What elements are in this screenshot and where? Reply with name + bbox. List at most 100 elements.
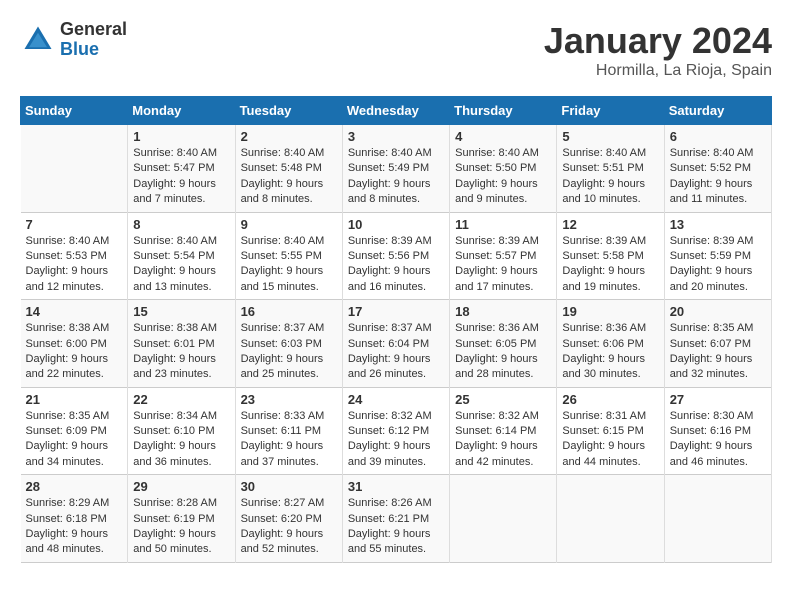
calendar-cell: 5Sunrise: 8:40 AMSunset: 5:51 PMDaylight… <box>557 125 664 213</box>
day-detail: Sunrise: 8:40 AMSunset: 5:55 PMDaylight:… <box>241 234 337 296</box>
calendar-cell: 4 Sunrise: 8:40 AMSunset: 5:50 PMDaylight… <box>450 125 557 213</box>
calendar-cell: 12 Sunrise: 8:39 AMSunset: 5:58 PMDayligh… <box>557 212 664 300</box>
calendar-cell <box>557 475 664 563</box>
day-detail: Sunrise: 8:28 AMSunset: 6:19 PMDaylight:… <box>133 496 229 558</box>
calendar-cell: 23 Sunrise: 8:33 AMSunset: 6:11 PMDayligh… <box>235 387 342 475</box>
day-number: 28 <box>26 479 123 494</box>
day-detail: Sunrise: 8:37 AMSunset: 6:03 PMDaylight:… <box>241 321 337 383</box>
calendar-cell: 10 Sunrise: 8:39 AMSunset: 5:56 PMDayligh… <box>342 212 449 300</box>
logo-icon <box>20 22 56 58</box>
calendar-cell: 30 Sunrise: 8:27 AMSunset: 6:20 PMDayligh… <box>235 475 342 563</box>
calendar-row: 21Sunrise: 8:35 AMSunset: 6:09 PMDayligh… <box>21 387 772 475</box>
calendar-cell: 29 Sunrise: 8:28 AMSunset: 6:19 PMDayligh… <box>128 475 235 563</box>
day-number: 27 <box>670 392 766 407</box>
day-detail: Sunrise: 8:39 AMSunset: 5:57 PMDaylight:… <box>455 234 551 296</box>
day-number: 29 <box>133 479 229 494</box>
day-number: 14 <box>26 304 123 319</box>
logo-general-text: General <box>60 20 127 40</box>
day-detail: Sunrise: 8:38 AMSunset: 6:01 PMDaylight:… <box>133 321 229 383</box>
day-detail: Sunrise: 8:39 AMSunset: 5:59 PMDaylight:… <box>670 234 766 296</box>
calendar-cell: 2Sunrise: 8:40 AMSunset: 5:48 PMDaylight… <box>235 125 342 213</box>
day-detail: Sunrise: 8:40 AMSunset: 5:53 PMDaylight:… <box>26 234 123 296</box>
calendar-cell: 14 Sunrise: 8:38 AMSunset: 6:00 PMDayligh… <box>21 300 128 388</box>
day-detail: Sunrise: 8:40 AMSunset: 5:52 PMDaylight:… <box>670 146 766 208</box>
day-number: 20 <box>670 304 766 319</box>
day-number: 9 <box>241 217 337 232</box>
logo: General Blue <box>20 20 127 60</box>
col-saturday: Saturday <box>664 97 771 125</box>
calendar-cell: 9 Sunrise: 8:40 AMSunset: 5:55 PMDaylight… <box>235 212 342 300</box>
calendar-body: 1Sunrise: 8:40 AMSunset: 5:47 PMDaylight… <box>21 125 772 563</box>
day-detail: Sunrise: 8:32 AMSunset: 6:12 PMDaylight:… <box>348 409 444 471</box>
day-detail: Sunrise: 8:29 AMSunset: 6:18 PMDaylight:… <box>26 496 123 558</box>
calendar-cell: 28 Sunrise: 8:29 AMSunset: 6:18 PMDayligh… <box>21 475 128 563</box>
day-detail: Sunrise: 8:35 AMSunset: 6:07 PMDaylight:… <box>670 321 766 383</box>
calendar-cell: 16 Sunrise: 8:37 AMSunset: 6:03 PMDayligh… <box>235 300 342 388</box>
day-detail: Sunrise: 8:36 AMSunset: 6:05 PMDaylight:… <box>455 321 551 383</box>
calendar-cell: 6 Sunrise: 8:40 AMSunset: 5:52 PMDaylight… <box>664 125 771 213</box>
calendar-cell: 31Sunrise: 8:26 AMSunset: 6:21 PMDayligh… <box>342 475 449 563</box>
day-number: 24 <box>348 392 444 407</box>
day-number: 18 <box>455 304 551 319</box>
title-area: January 2024 Hormilla, La Rioja, Spain <box>544 20 772 80</box>
day-number: 25 <box>455 392 551 407</box>
calendar-cell: 20 Sunrise: 8:35 AMSunset: 6:07 PMDayligh… <box>664 300 771 388</box>
logo-blue-text: Blue <box>60 40 127 60</box>
calendar-cell: 17Sunrise: 8:37 AMSunset: 6:04 PMDayligh… <box>342 300 449 388</box>
calendar-cell <box>21 125 128 213</box>
day-detail: Sunrise: 8:32 AMSunset: 6:14 PMDaylight:… <box>455 409 551 471</box>
calendar-cell: 8Sunrise: 8:40 AMSunset: 5:54 PMDaylight… <box>128 212 235 300</box>
day-number: 3 <box>348 129 444 144</box>
page-header: General Blue January 2024 Hormilla, La R… <box>20 20 772 80</box>
calendar-row: 7Sunrise: 8:40 AMSunset: 5:53 PMDaylight… <box>21 212 772 300</box>
day-detail: Sunrise: 8:30 AMSunset: 6:16 PMDaylight:… <box>670 409 766 471</box>
calendar-cell: 24 Sunrise: 8:32 AMSunset: 6:12 PMDayligh… <box>342 387 449 475</box>
day-detail: Sunrise: 8:27 AMSunset: 6:20 PMDaylight:… <box>241 496 337 558</box>
day-number: 21 <box>26 392 123 407</box>
calendar-cell: 3 Sunrise: 8:40 AMSunset: 5:49 PMDaylight… <box>342 125 449 213</box>
day-number: 6 <box>670 129 766 144</box>
col-monday: Monday <box>128 97 235 125</box>
calendar-cell <box>450 475 557 563</box>
day-detail: Sunrise: 8:39 AMSunset: 5:58 PMDaylight:… <box>562 234 658 296</box>
day-detail: Sunrise: 8:38 AMSunset: 6:00 PMDaylight:… <box>26 321 123 383</box>
col-tuesday: Tuesday <box>235 97 342 125</box>
day-number: 4 <box>455 129 551 144</box>
day-detail: Sunrise: 8:40 AMSunset: 5:50 PMDaylight:… <box>455 146 551 208</box>
day-number: 23 <box>241 392 337 407</box>
day-number: 19 <box>562 304 658 319</box>
day-detail: Sunrise: 8:40 AMSunset: 5:51 PMDaylight:… <box>562 146 658 208</box>
day-number: 22 <box>133 392 229 407</box>
calendar-cell: 27 Sunrise: 8:30 AMSunset: 6:16 PMDayligh… <box>664 387 771 475</box>
calendar-cell: 22Sunrise: 8:34 AMSunset: 6:10 PMDayligh… <box>128 387 235 475</box>
day-number: 12 <box>562 217 658 232</box>
day-detail: Sunrise: 8:40 AMSunset: 5:49 PMDaylight:… <box>348 146 444 208</box>
day-detail: Sunrise: 8:36 AMSunset: 6:06 PMDaylight:… <box>562 321 658 383</box>
calendar-row: 28 Sunrise: 8:29 AMSunset: 6:18 PMDayligh… <box>21 475 772 563</box>
month-title: January 2024 <box>544 20 772 62</box>
calendar-cell: 11 Sunrise: 8:39 AMSunset: 5:57 PMDayligh… <box>450 212 557 300</box>
logo-text: General Blue <box>60 20 127 60</box>
col-wednesday: Wednesday <box>342 97 449 125</box>
day-number: 8 <box>133 217 229 232</box>
calendar-cell: 1Sunrise: 8:40 AMSunset: 5:47 PMDaylight… <box>128 125 235 213</box>
day-number: 26 <box>562 392 658 407</box>
day-detail: Sunrise: 8:31 AMSunset: 6:15 PMDaylight:… <box>562 409 658 471</box>
col-sunday: Sunday <box>21 97 128 125</box>
day-number: 10 <box>348 217 444 232</box>
calendar-cell: 19 Sunrise: 8:36 AMSunset: 6:06 PMDayligh… <box>557 300 664 388</box>
day-detail: Sunrise: 8:39 AMSunset: 5:56 PMDaylight:… <box>348 234 444 296</box>
calendar-cell: 18 Sunrise: 8:36 AMSunset: 6:05 PMDayligh… <box>450 300 557 388</box>
day-number: 17 <box>348 304 444 319</box>
calendar-cell: 25 Sunrise: 8:32 AMSunset: 6:14 PMDayligh… <box>450 387 557 475</box>
calendar-cell: 26 Sunrise: 8:31 AMSunset: 6:15 PMDayligh… <box>557 387 664 475</box>
day-number: 31 <box>348 479 444 494</box>
day-number: 16 <box>241 304 337 319</box>
calendar-row: 1Sunrise: 8:40 AMSunset: 5:47 PMDaylight… <box>21 125 772 213</box>
location: Hormilla, La Rioja, Spain <box>544 62 772 80</box>
calendar-row: 14 Sunrise: 8:38 AMSunset: 6:00 PMDayligh… <box>21 300 772 388</box>
calendar-header: Sunday Monday Tuesday Wednesday Thursday… <box>21 97 772 125</box>
day-number: 30 <box>241 479 337 494</box>
day-number: 11 <box>455 217 551 232</box>
day-detail: Sunrise: 8:33 AMSunset: 6:11 PMDaylight:… <box>241 409 337 471</box>
